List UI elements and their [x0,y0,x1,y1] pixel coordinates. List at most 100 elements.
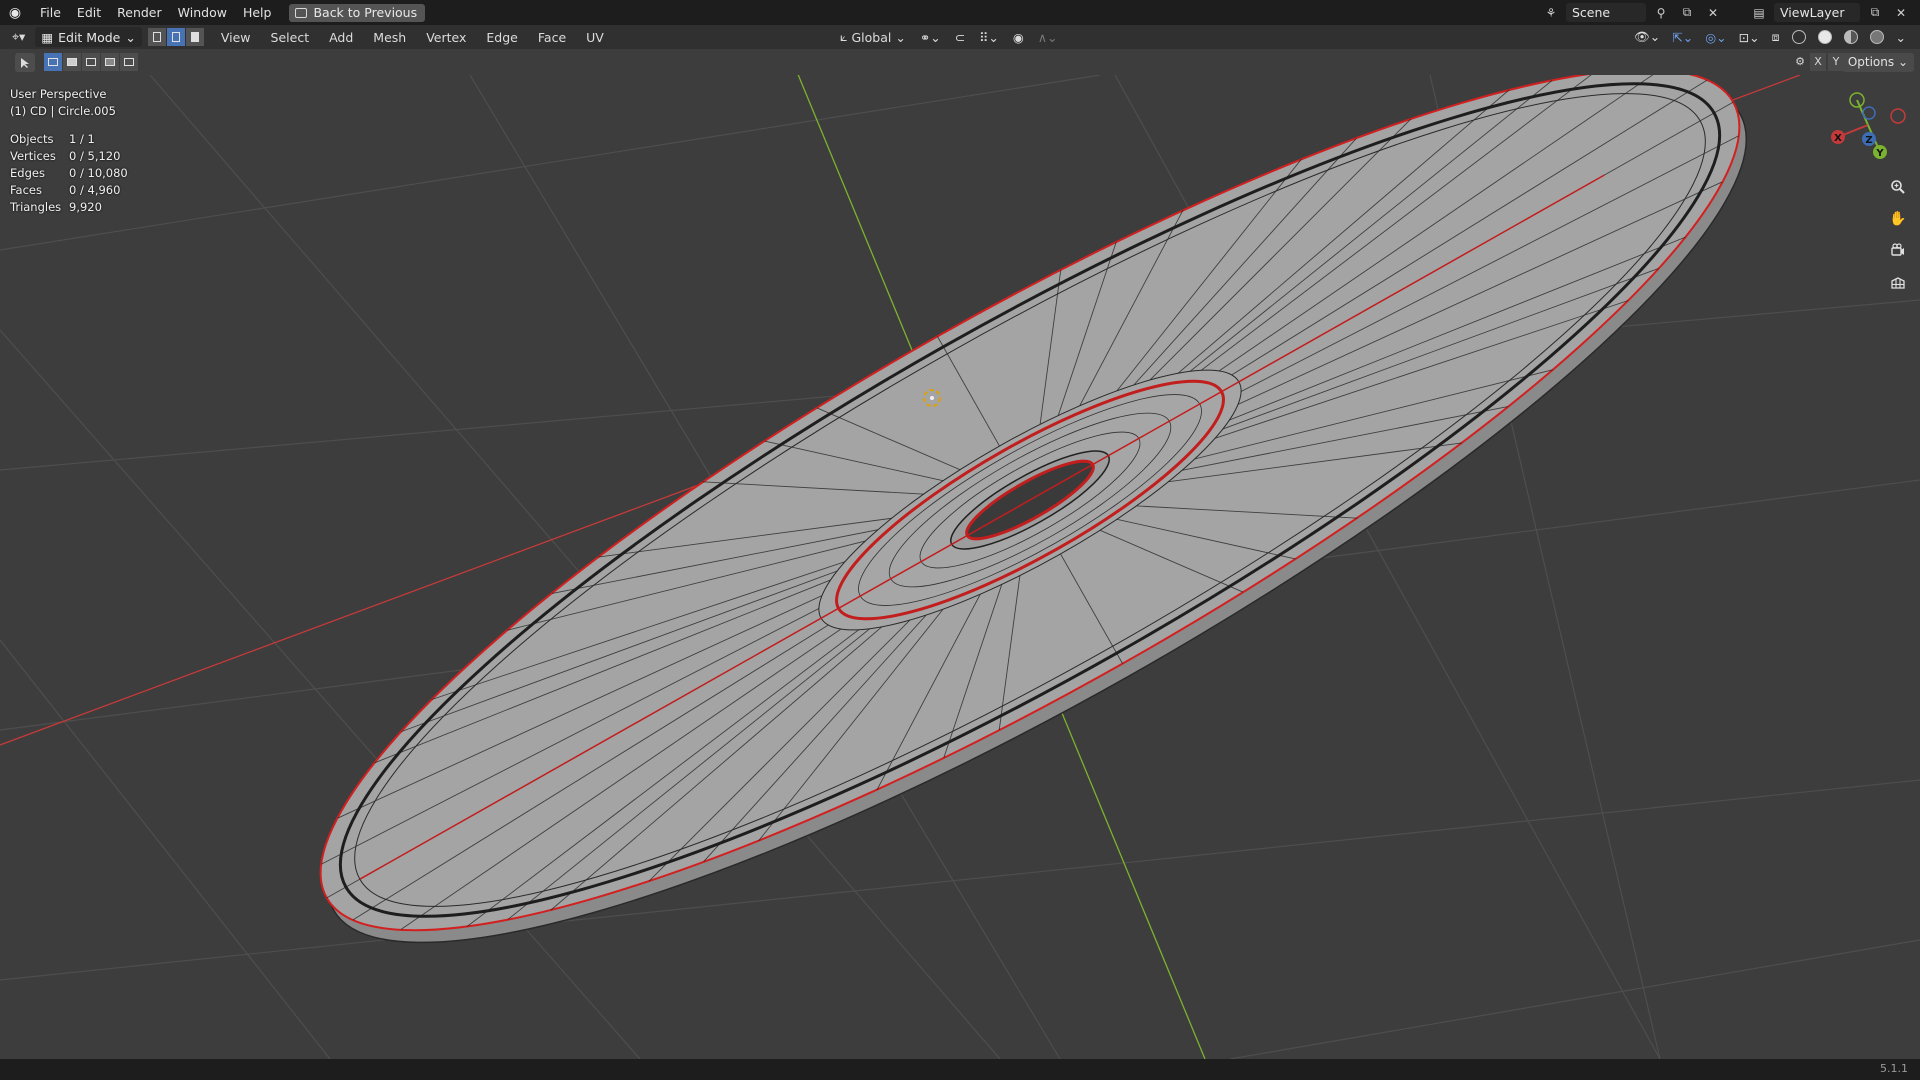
close-view-layer-icon[interactable]: ✕ [1890,3,1912,22]
stat-row: Triangles 9,920 [10,199,128,216]
object-name: (1) CD | Circle.005 [10,104,116,118]
menu-edit[interactable]: Edit [69,2,109,24]
shading-options-icon[interactable]: ⌄ [1892,27,1910,47]
falloff-icon[interactable]: ∧⌄ [1034,27,1062,47]
gizmo-y-label: Y [1875,148,1884,159]
stat-value: 0 / 5,120 [69,149,121,163]
menu-window[interactable]: Window [170,2,235,24]
xray-toggle-icon[interactable]: ⧈ [1768,27,1784,47]
mirror-options-icon[interactable]: ⚙ [1792,53,1808,71]
options-label: Options [1847,55,1895,69]
editor-type-icon[interactable]: ⌖▾ [8,27,29,47]
back-to-previous-button[interactable]: Back to Previous [289,3,426,22]
back-to-previous-label: Back to Previous [313,4,418,20]
status-bar: 5.1.1 [0,1059,1920,1080]
scene-name-field[interactable]: Scene [1566,3,1646,22]
scene-icon[interactable]: ⚘ [1540,3,1562,22]
stat-label: Vertices [10,149,56,163]
selection-mode-group [44,53,138,71]
overlay-toggle-icon[interactable]: ◎⌄ [1701,27,1730,47]
options-dropdown[interactable]: Options ⌄ [1841,53,1914,72]
viewport-header: ⌖▾ ▦ Edit Mode ⌄ View Select Add Mesh Ve… [0,25,1920,49]
select-new-icon[interactable] [44,53,62,71]
zoom-icon[interactable] [1886,175,1910,199]
edge-select-button[interactable] [166,28,186,46]
menu-help[interactable]: Help [235,2,280,24]
select-tool-icon[interactable] [15,53,35,72]
chevron-down-icon: ⌄ [125,29,136,45]
menu-file[interactable]: File [32,2,69,24]
orientation-label: Global [851,29,892,45]
face-select-button[interactable] [185,28,205,46]
viewport-info: User Perspective (1) CD | Circle.005 [10,86,116,120]
gizmo-x-neg-ball[interactable] [1890,108,1906,124]
pan-hand-icon[interactable]: ✋ [1886,207,1910,231]
rendered-shading-button[interactable] [1866,27,1888,47]
mode-label: Edit Mode [58,29,121,45]
menu-vertex[interactable]: Vertex [422,27,470,47]
mesh-statistics: Objects 1 / 1 Vertices 0 / 5,120 Edges 0 / … [10,131,128,216]
menu-add[interactable]: Add [325,27,357,47]
menu-select[interactable]: Select [267,27,314,47]
transform-tools: ⟀ Global ⌄ ⚭⌄ ⊂ ⠿⌄ ◉ ∧⌄ [836,27,1061,47]
tool-settings-bar: ⚙ X Y Z ⤢ Options ⌄ [0,49,1920,75]
mirror-x-toggle[interactable]: X [1810,53,1826,71]
stat-row: Vertices 0 / 5,120 [10,148,128,165]
3d-viewport[interactable]: X Z Y [0,75,1920,1059]
stat-value: 0 / 10,080 [69,166,128,180]
stat-value: 0 / 4,960 [69,183,121,197]
view-layer-selector: ▤ ViewLayer ⧉ ✕ [1748,3,1912,22]
mode-dropdown[interactable]: ▦ Edit Mode ⌄ [35,27,142,47]
mesh-edit-overlay-icon[interactable]: ⊡⌄ [1735,27,1764,47]
new-view-layer-icon[interactable]: ⧉ [1864,3,1886,22]
pin-icon[interactable]: ⚲ [1650,3,1672,22]
top-bar: ◉ File Edit Render Window Help Back to P… [0,0,1920,25]
blender-logo-icon[interactable]: ◉ [6,4,24,22]
viewport-navigation: ✋ [1886,175,1910,295]
stat-label: Edges [10,166,45,180]
stat-label: Triangles [10,200,62,214]
visibility-icon[interactable]: 👁⌄ [1630,27,1664,47]
menu-uv[interactable]: UV [582,27,608,47]
vertex-select-button[interactable] [147,28,167,46]
view-layer-icon[interactable]: ▤ [1748,3,1770,22]
stat-row: Edges 0 / 10,080 [10,165,128,182]
stat-row: Objects 1 / 1 [10,131,128,148]
select-intersect-icon[interactable] [120,53,138,71]
view-layer-name-field[interactable]: ViewLayer [1774,3,1860,22]
menu-render[interactable]: Render [109,2,170,24]
proportional-editing-icon[interactable]: ◉ [1009,27,1028,47]
stat-row: Faces 0 / 4,960 [10,182,128,199]
screen-icon [295,7,308,18]
gizmo-x-label: X [1834,133,1842,144]
cd-mesh[interactable] [234,75,1833,1059]
orthographic-grid-icon[interactable] [1886,271,1910,295]
orientation-icon: ⟀ [840,29,848,44]
cd-seam-line [359,174,1605,880]
camera-view-icon[interactable] [1886,239,1910,263]
version-label: 5.1.1 [1880,1062,1908,1075]
stat-value: 1 / 1 [69,132,95,146]
close-scene-icon[interactable]: ✕ [1702,3,1724,22]
gizmo-z-ball[interactable] [1862,106,1876,120]
gizmo-toggle-icon[interactable]: ⇱⌄ [1668,27,1697,47]
menu-view[interactable]: View [217,27,255,47]
material-shading-button[interactable] [1840,27,1862,47]
select-subtract-icon[interactable] [82,53,100,71]
menu-face[interactable]: Face [534,27,570,47]
menu-mesh[interactable]: Mesh [369,27,410,47]
select-invert-icon[interactable] [101,53,119,71]
viewport-display-tools: 👁⌄ ⇱⌄ ◎⌄ ⊡⌄ ⧈ ⌄ [1630,27,1910,47]
wireframe-shading-button[interactable] [1788,27,1810,47]
snap-target-icon[interactable]: ⠿⌄ [975,27,1003,47]
menu-edge[interactable]: Edge [482,27,521,47]
orientation-dropdown[interactable]: ⟀ Global ⌄ [836,27,910,47]
select-extend-icon[interactable] [63,53,81,71]
pivot-point-icon[interactable]: ⚭⌄ [916,27,945,47]
navigation-gizmo[interactable]: X Z Y [1831,92,1906,159]
stat-label: Faces [10,183,42,197]
new-scene-icon[interactable]: ⧉ [1676,3,1698,22]
snap-toggle-icon[interactable]: ⊂ [951,27,969,47]
solid-shading-button[interactable] [1814,27,1836,47]
view-name: User Perspective [10,87,107,101]
